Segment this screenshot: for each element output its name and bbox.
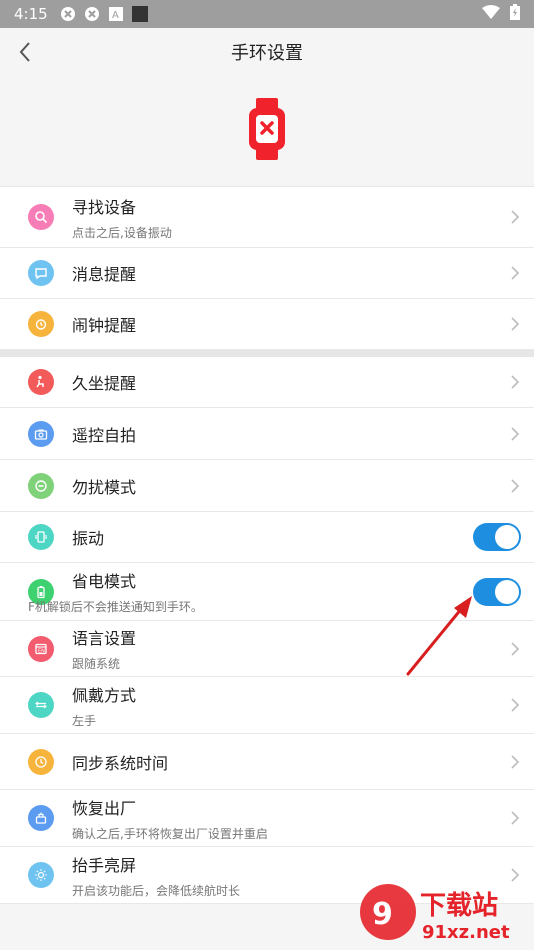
toggle-knob: [495, 525, 519, 549]
chevron-right-icon: [510, 209, 520, 225]
setting-factory-reset[interactable]: 恢复出厂 确认之后,手环将恢复出厂设置并重启: [0, 790, 534, 847]
setting-label: 语言设置: [72, 629, 137, 648]
wear-icon: [28, 692, 54, 718]
setting-label: 遥控自拍: [72, 425, 137, 445]
device-image-area: [0, 76, 534, 186]
search-icon: [28, 204, 54, 230]
setting-label: 久坐提醒: [72, 374, 137, 393]
setting-label: 省电模式: [72, 572, 137, 591]
setting-label: 振动: [72, 529, 105, 548]
annotation-arrow-icon: [406, 596, 472, 676]
setting-sublabel: F机解锁后不会推送通知到手环。: [28, 600, 203, 614]
top-app-bar: 手环设置: [0, 28, 534, 76]
toggle-knob: [495, 579, 519, 604]
reset-icon: [28, 805, 54, 831]
setting-alarm-reminder[interactable]: 闹钟提醒: [0, 299, 534, 350]
sit-icon: [28, 369, 54, 395]
setting-label: 消息提醒: [72, 265, 137, 284]
setting-label: 同步系统时间: [72, 753, 169, 773]
setting-remote-camera[interactable]: 遥控自拍: [0, 408, 534, 460]
setting-wear-hand[interactable]: 佩戴方式 左手: [0, 677, 534, 734]
setting-sedentary-reminder[interactable]: 久坐提醒: [0, 357, 534, 408]
site-watermark: 9 下载站 91xz.net: [358, 880, 528, 944]
band-disconnected-icon: [247, 98, 287, 164]
chevron-right-icon: [510, 426, 520, 442]
setting-message-reminder[interactable]: 消息提醒: [0, 248, 534, 299]
setting-label: 恢复出厂: [72, 798, 137, 818]
setting-sublabel: 点击之后,设备振动: [72, 225, 172, 240]
alarm-icon: [28, 311, 54, 337]
chevron-right-icon: [510, 641, 520, 657]
chevron-right-icon: [510, 810, 520, 826]
chevron-right-icon: [510, 316, 520, 332]
message-icon: [28, 260, 54, 286]
setting-do-not-disturb[interactable]: 勿扰模式: [0, 460, 534, 512]
setting-sync-time[interactable]: 同步系统时间: [0, 734, 534, 790]
camera-icon: [28, 420, 54, 447]
watermark-domain-text: 91xz.net: [422, 922, 510, 943]
chevron-right-icon: [510, 478, 520, 494]
wifi-icon: [482, 5, 500, 23]
chevron-right-icon: [510, 374, 520, 390]
page-title: 手环设置: [231, 43, 303, 64]
setting-label: 闹钟提醒: [72, 316, 137, 335]
settings-group-1: 寻找设备 点击之后,设备振动 消息提醒 闹钟提醒: [0, 186, 534, 350]
setting-label: 勿扰模式: [72, 477, 137, 497]
setting-sublabel: 确认之后,手环将恢复出厂设置并重启: [72, 826, 268, 841]
svg-text:9: 9: [372, 897, 393, 932]
setting-label: 寻找设备: [72, 197, 137, 217]
svg-text:A: A: [112, 10, 119, 21]
battery-status-icon: [510, 4, 520, 24]
setting-vibration: 振动: [0, 512, 534, 563]
sun-icon: [28, 862, 54, 888]
power-saving-toggle[interactable]: [473, 577, 521, 606]
vibrate-icon: [28, 524, 54, 550]
language-icon: EN: [28, 635, 54, 662]
vibration-toggle[interactable]: [473, 523, 521, 551]
setting-sublabel: 跟随系统: [72, 657, 121, 671]
chevron-right-icon: [510, 697, 520, 713]
app-notification-icon: [84, 6, 100, 22]
square-notification-icon: [131, 6, 148, 22]
setting-sublabel: 左手: [72, 713, 97, 728]
chevron-right-icon: [510, 754, 520, 770]
do-not-disturb-icon: [28, 472, 54, 499]
a-notification-icon: A: [108, 6, 124, 22]
status-bar: 4:15 A: [0, 0, 534, 28]
app-notification-icon: [60, 6, 76, 22]
setting-find-device[interactable]: 寻找设备 点击之后,设备振动: [0, 187, 534, 248]
chevron-right-icon: [510, 265, 520, 281]
clock-icon: [28, 748, 54, 775]
back-arrow-icon[interactable]: [14, 40, 38, 64]
svg-text:EN: EN: [38, 648, 45, 654]
setting-sublabel: 开启该功能后，会降低续航时长: [72, 883, 241, 898]
setting-label: 佩戴方式: [72, 685, 137, 705]
setting-label: 抬手亮屏: [72, 855, 137, 875]
watermark-main-text: 下载站: [420, 891, 498, 921]
status-time: 4:15: [14, 5, 48, 23]
